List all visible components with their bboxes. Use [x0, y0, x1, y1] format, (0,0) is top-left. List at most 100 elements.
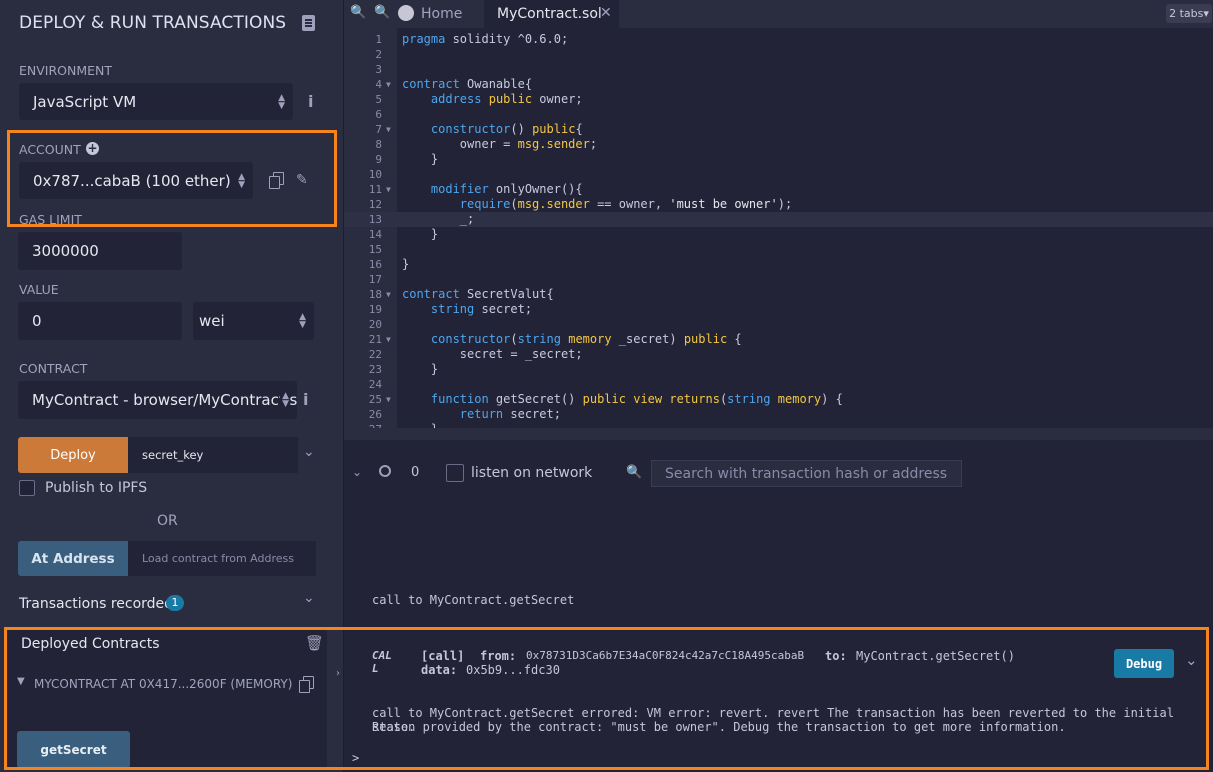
- tab-home[interactable]: Home: [421, 6, 462, 22]
- code-line[interactable]: 8 owner = msg.sender;: [344, 137, 1213, 152]
- line-number: 16: [368, 258, 382, 271]
- line-number: 13: [368, 213, 382, 226]
- add-account-icon[interactable]: +: [86, 142, 99, 155]
- code-line[interactable]: 11 ▼ modifier onlyOwner(){: [344, 182, 1213, 197]
- info-icon[interactable]: i: [308, 92, 313, 111]
- code-line[interactable]: 10: [344, 167, 1213, 182]
- line-number: 18: [368, 288, 382, 301]
- deploy-arg-input[interactable]: secret_key: [128, 437, 298, 473]
- tab-mycontract[interactable]: MyContract.sol: [497, 6, 602, 22]
- fold-arrow-icon[interactable]: ▼: [386, 332, 391, 347]
- fold-arrow-icon[interactable]: ▼: [386, 122, 391, 137]
- fold-arrow-icon[interactable]: ▼: [386, 77, 391, 92]
- code-line[interactable]: 16}: [344, 257, 1213, 272]
- zoom-in-icon[interactable]: 🔍: [374, 5, 390, 20]
- close-icon[interactable]: ✕: [600, 5, 612, 21]
- code-line[interactable]: 17: [344, 272, 1213, 287]
- code-text: }: [402, 362, 439, 376]
- chevron-down-icon[interactable]: ⌄: [303, 444, 315, 460]
- listen-network-label: listen on network: [471, 465, 593, 481]
- code-line[interactable]: 6: [344, 107, 1213, 122]
- line-number: 23: [368, 363, 382, 376]
- code-line[interactable]: 22 secret = _secret;: [344, 347, 1213, 362]
- gas-limit-input[interactable]: 3000000: [18, 232, 182, 270]
- code-line[interactable]: 4 ▼ contract Owanable{: [344, 77, 1213, 92]
- code-text: }: [402, 257, 410, 271]
- at-address-input[interactable]: Load contract from Address: [128, 541, 316, 576]
- value-input[interactable]: 0: [18, 302, 182, 340]
- code-line[interactable]: 25 ▼ function getSecret() public view ret…: [344, 392, 1213, 407]
- docs-icon[interactable]: [302, 15, 315, 31]
- line-number: 10: [368, 168, 382, 181]
- code-text: owner = msg.sender;: [402, 137, 598, 151]
- code-text: address public owner;: [430, 92, 583, 106]
- clear-icon[interactable]: [379, 465, 391, 477]
- tabs-count-dropdown[interactable]: 2 tabs ▾: [1166, 4, 1212, 23]
- code-line[interactable]: 24: [344, 377, 1213, 392]
- transactions-count-badge: 1: [166, 595, 184, 611]
- code-line[interactable]: 7 ▼ constructor() public{: [344, 122, 1213, 137]
- account-value: 0x787...cabaB (100 ether): [33, 171, 231, 190]
- code-line[interactable]: 23 }: [344, 362, 1213, 377]
- code-line[interactable]: 26 return secret;: [344, 407, 1213, 422]
- code-line[interactable]: 21 ▼ constructor(string memory _secret) p…: [344, 332, 1213, 347]
- value-label: VALUE: [19, 282, 59, 297]
- select-arrows-icon: ▲ ▼: [278, 92, 285, 111]
- code-line[interactable]: 12 require(msg.sender == owner, 'must be…: [344, 197, 1213, 212]
- code-text: string secret;: [430, 302, 533, 316]
- environment-select[interactable]: JavaScript VM ▲ ▼: [19, 83, 293, 120]
- code-line[interactable]: 9 }: [344, 152, 1213, 167]
- code-text: return secret;: [459, 407, 561, 421]
- code-text: modifier onlyOwner(){: [430, 182, 583, 196]
- line-number: 11: [368, 183, 382, 196]
- code-line[interactable]: 13 _;: [344, 212, 1213, 227]
- publish-ipfs-checkbox[interactable]: [19, 480, 35, 496]
- line-number: 17: [368, 273, 382, 286]
- tabs-count-label: 2 tabs: [1169, 7, 1204, 20]
- at-address-button[interactable]: At Address: [18, 541, 128, 576]
- listen-network-checkbox[interactable]: [446, 464, 464, 482]
- code-editor[interactable]: 1 pragma solidity ^0.6.0; 2 3 4 ▼ contract Owa…: [344, 28, 1213, 428]
- deploy-button[interactable]: Deploy: [18, 437, 128, 473]
- code-line[interactable]: 18 ▼ contract SecretValut{: [344, 287, 1213, 302]
- contract-label: CONTRACT: [19, 361, 88, 376]
- select-arrows-icon: ▲ ▼: [280, 391, 289, 409]
- info-icon[interactable]: i: [303, 390, 308, 409]
- code-line[interactable]: 19 string secret;: [344, 302, 1213, 317]
- line-number: 19: [368, 303, 382, 316]
- fold-arrow-icon[interactable]: ▼: [386, 287, 391, 302]
- code-line[interactable]: 20: [344, 317, 1213, 332]
- code-text: constructor(string memory _secret) publi…: [430, 332, 742, 346]
- copy-icon[interactable]: [269, 172, 284, 189]
- edit-icon[interactable]: ✎: [296, 172, 308, 188]
- code-line[interactable]: 3: [344, 62, 1213, 77]
- editor-scrollbar[interactable]: [344, 428, 1213, 440]
- terminal-highlight: [340, 627, 1209, 770]
- deployed-highlight-left: [4, 627, 340, 770]
- zoom-out-icon[interactable]: 🔍: [350, 5, 366, 20]
- deploy-panel: DEPLOY & RUN TRANSACTIONS ENVIRONMENT Ja…: [0, 0, 343, 772]
- account-select[interactable]: 0x787...cabaB (100 ether) ▲ ▼: [19, 162, 253, 199]
- fold-arrow-icon[interactable]: ▼: [386, 392, 391, 407]
- line-number: 20: [368, 318, 382, 331]
- line-number: 3: [375, 63, 382, 76]
- panel-title: DEPLOY & RUN TRANSACTIONS: [19, 13, 287, 33]
- search-input[interactable]: Search with transaction hash or address: [651, 460, 962, 487]
- code-text: require(msg.sender == owner, 'must be ow…: [459, 197, 793, 211]
- code-line[interactable]: 15: [344, 242, 1213, 257]
- chevron-down-icon[interactable]: ⌄: [303, 590, 315, 606]
- code-line[interactable]: 14 }: [344, 227, 1213, 242]
- transactions-recorded-label: Transactions recorded: [19, 596, 174, 612]
- code-line[interactable]: 5 address public owner;: [344, 92, 1213, 107]
- value-unit-select[interactable]: wei ▲ ▼: [193, 302, 314, 340]
- code-text: _;: [459, 212, 475, 226]
- account-label: ACCOUNT: [19, 142, 81, 157]
- code-line[interactable]: 2: [344, 47, 1213, 62]
- tabs-bar: 🔍 🔍 Home MyContract.sol ✕ 2 tabs ▾: [344, 0, 1213, 28]
- collapse-terminal-icon[interactable]: ⌄: [352, 465, 362, 479]
- contract-select[interactable]: MyContract - browser/MyContract.s ▲ ▼: [18, 381, 297, 419]
- fold-arrow-icon[interactable]: ▼: [386, 182, 391, 197]
- line-number: 21: [368, 333, 382, 346]
- code-line[interactable]: 1 pragma solidity ^0.6.0;: [344, 32, 1213, 47]
- code-text: pragma solidity ^0.6.0;: [402, 32, 569, 46]
